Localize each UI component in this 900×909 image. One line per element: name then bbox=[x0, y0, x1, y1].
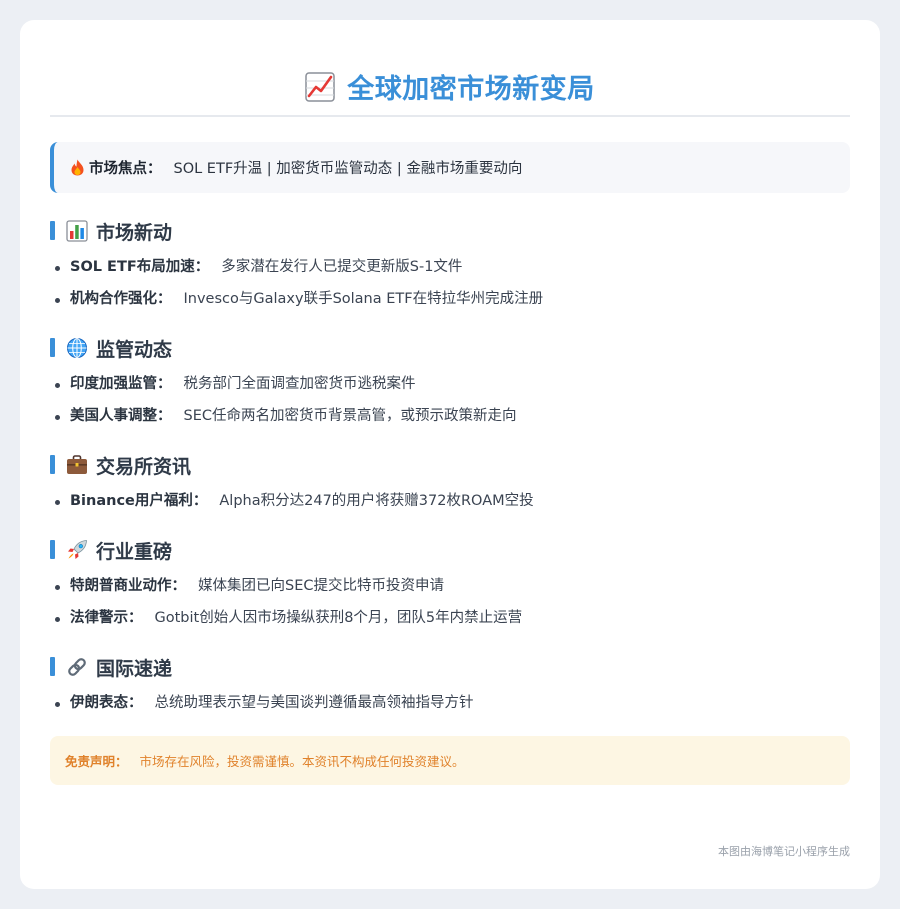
section-title-text: 市场新动 bbox=[96, 221, 173, 244]
rocket-icon bbox=[68, 540, 87, 559]
section-international: 国际速递 伊朗表态： 总统助理表示望与美国谈判遵循最高领袖指导方针 bbox=[50, 655, 850, 714]
item-text: 总统助理表示望与美国谈判遵循最高领袖指导方针 bbox=[154, 695, 474, 711]
globe-icon bbox=[67, 338, 87, 358]
item-text: Invesco与Galaxy联手Solana ETF在特拉华州完成注册 bbox=[183, 291, 544, 307]
item-text: 媒体集团已向SEC提交比特币投资申请 bbox=[198, 578, 444, 594]
list-item: 法律警示： Gotbit创始人因市场操纵获刑8个月，团队5年内禁止运营 bbox=[50, 608, 850, 629]
item-label: 特朗普商业动作： bbox=[70, 578, 186, 594]
item-text: 多家潜在发行人已提交更新版S-1文件 bbox=[221, 259, 463, 275]
list-item: 伊朗表态： 总统助理表示望与美国谈判遵循最高领袖指导方针 bbox=[50, 693, 850, 714]
disclaimer-label: 免责声明： bbox=[65, 754, 128, 769]
focus-label: 市场焦点： bbox=[89, 161, 162, 177]
section-title: 行业重磅 bbox=[50, 538, 850, 563]
item-text: 税务部门全面调查加密货币逃税案件 bbox=[183, 376, 416, 392]
list-item: 特朗普商业动作： 媒体集团已向SEC提交比特币投资申请 bbox=[50, 576, 850, 597]
item-label: 伊朗表态： bbox=[70, 695, 143, 711]
section-industry: 行业重磅 特朗普商业动作： 媒体集团已向SEC提交比特币投资申请 法律警示： Got… bbox=[50, 538, 850, 629]
section-title-text: 国际速递 bbox=[96, 657, 173, 680]
item-text: Gotbit创始人因市场操纵获刑8个月，团队5年内禁止运营 bbox=[154, 610, 523, 626]
link-icon bbox=[68, 658, 86, 676]
list-item: Binance用户福利： Alpha积分达247的用户将获赠372枚ROAM空投 bbox=[50, 491, 850, 512]
disclaimer-text: 市场存在风险，投资需谨慎。本资讯不构成任何投资建议。 bbox=[139, 754, 465, 769]
item-label: SOL ETF布局加速： bbox=[70, 259, 210, 275]
section-regulation: 监管动态 印度加强监管： 税务部门全面调查加密货币逃税案件 美国人事调整： SEC任… bbox=[50, 336, 850, 427]
fire-icon bbox=[71, 159, 84, 176]
item-label: 印度加强监管： bbox=[70, 376, 172, 392]
page-title: 全球加密市场新变局 bbox=[305, 67, 595, 106]
section-title-text: 行业重磅 bbox=[96, 540, 173, 563]
item-label: 机构合作强化： bbox=[70, 291, 172, 307]
briefcase-icon bbox=[67, 455, 87, 474]
list-item: SOL ETF布局加速： 多家潜在发行人已提交更新版S-1文件 bbox=[50, 257, 850, 278]
section-title: 交易所资讯 bbox=[50, 453, 850, 478]
list-item: 机构合作强化： Invesco与Galaxy联手Solana ETF在特拉华州完成… bbox=[50, 289, 850, 310]
section-market-news: 市场新动 SOL ETF布局加速： 多家潜在发行人已提交更新版S-1文件 机构合作… bbox=[50, 219, 850, 310]
focus-text: SOL ETF升温 | 加密货币监管动态 | 金融市场重要动向 bbox=[173, 161, 523, 177]
news-card: 全球加密市场新变局 市场焦点： SOL ETF升温 | 加密货币监管动态 | 金… bbox=[20, 20, 880, 889]
chart-increasing-icon bbox=[305, 71, 335, 102]
item-text: Alpha积分达247的用户将获赠372枚ROAM空投 bbox=[219, 493, 534, 509]
item-label: 美国人事调整： bbox=[70, 408, 172, 424]
bar-chart-icon bbox=[66, 220, 88, 242]
list-item: 美国人事调整： SEC任命两名加密货币背景高管，或预示政策新走向 bbox=[50, 406, 850, 427]
section-title: 监管动态 bbox=[50, 336, 850, 361]
footer-credit: 本图由海博笔记小程序生成 bbox=[718, 845, 850, 858]
page-title-text: 全球加密市场新变局 bbox=[347, 74, 595, 105]
item-text: SEC任命两名加密货币背景高管，或预示政策新走向 bbox=[183, 408, 517, 424]
section-exchange: 交易所资讯 Binance用户福利： Alpha积分达247的用户将获赠372枚R… bbox=[50, 453, 850, 512]
list-item: 印度加强监管： 税务部门全面调查加密货币逃税案件 bbox=[50, 374, 850, 395]
item-label: Binance用户福利： bbox=[70, 493, 208, 509]
section-title: 市场新动 bbox=[50, 219, 850, 244]
market-focus-banner: 市场焦点： SOL ETF升温 | 加密货币监管动态 | 金融市场重要动向 bbox=[50, 142, 850, 193]
section-title-text: 交易所资讯 bbox=[96, 455, 192, 478]
section-title: 国际速递 bbox=[50, 655, 850, 680]
header: 全球加密市场新变局 bbox=[50, 20, 850, 117]
section-title-text: 监管动态 bbox=[96, 338, 173, 361]
item-label: 法律警示： bbox=[70, 610, 143, 626]
disclaimer-box: 免责声明： 市场存在风险，投资需谨慎。本资讯不构成任何投资建议。 bbox=[50, 736, 850, 785]
